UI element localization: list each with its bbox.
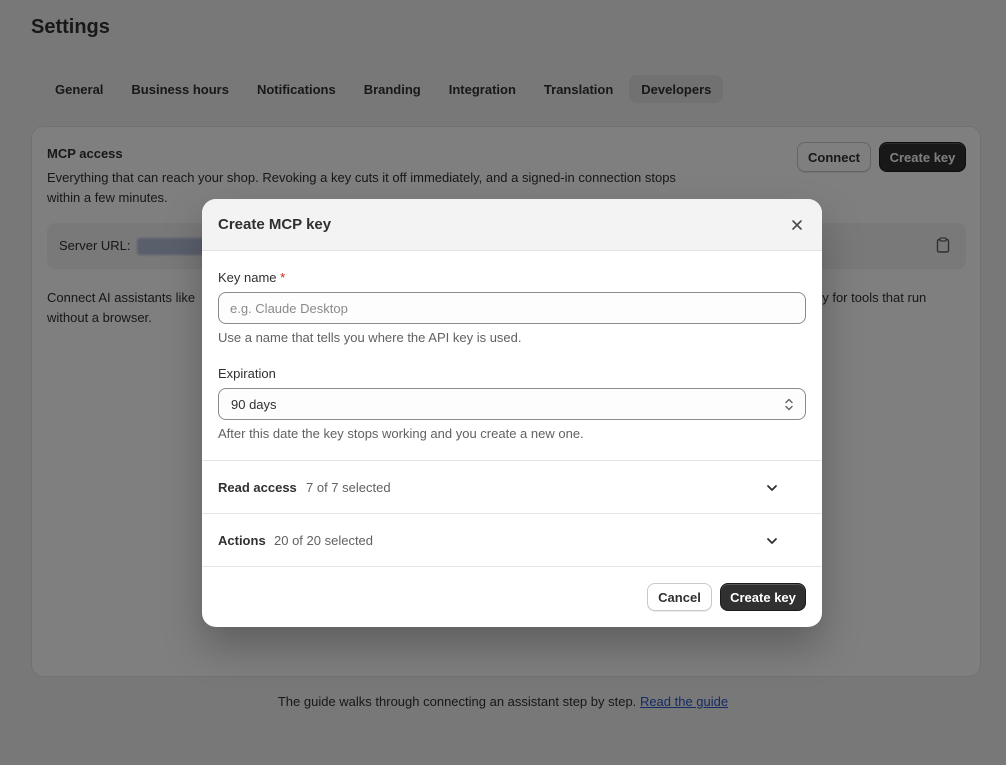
modal-footer: Cancel Create key — [202, 566, 822, 627]
key-name-input[interactable] — [218, 292, 806, 324]
expiration-label: Expiration — [218, 366, 276, 381]
chevron-down-icon[interactable] — [766, 535, 778, 547]
actions-count: 20 of 20 selected — [274, 533, 374, 548]
select-arrows-icon — [785, 398, 793, 411]
key-name-label: Key name * — [218, 270, 285, 285]
actions-section[interactable]: Actions 20 of 20 selected — [202, 513, 822, 566]
modal-title: Create MCP key — [218, 216, 332, 233]
cancel-button[interactable]: Cancel — [647, 583, 712, 611]
key-name-help: Use a name that tells you where the API … — [218, 330, 522, 345]
modal-create-key-button[interactable]: Create key — [720, 583, 806, 611]
chevron-down-icon[interactable] — [766, 482, 778, 494]
read-access-section[interactable]: Read access 7 of 7 selected — [202, 460, 822, 513]
modal-header: Create MCP key — [202, 199, 822, 251]
expiration-value: 90 days — [231, 397, 277, 412]
key-name-label-text: Key name — [218, 270, 277, 285]
required-mark: * — [280, 270, 286, 285]
close-icon[interactable] — [790, 218, 804, 232]
read-access-count: 7 of 7 selected — [306, 480, 391, 495]
expiration-select[interactable]: 90 days — [218, 388, 806, 420]
expiration-help: After this date the key stops working an… — [218, 426, 584, 441]
create-mcp-key-modal: Create MCP key Key name * Use a name tha… — [202, 199, 822, 627]
read-access-title: Read access — [218, 480, 297, 495]
actions-title: Actions — [218, 533, 266, 548]
